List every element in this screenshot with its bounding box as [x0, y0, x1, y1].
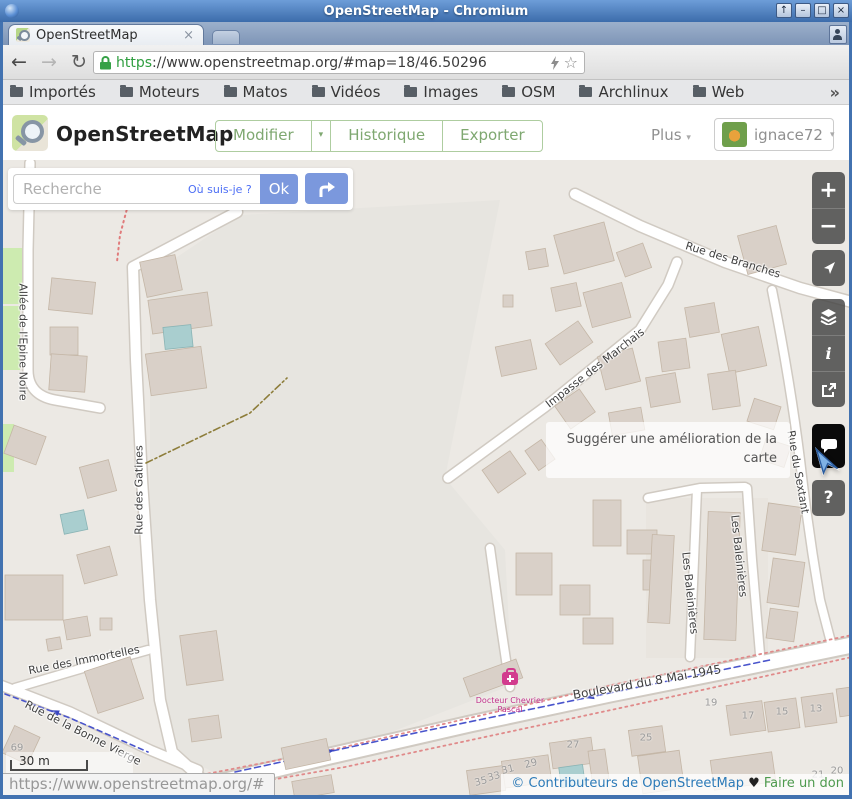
- osm-favicon: [16, 28, 30, 42]
- bookmark-folder-web[interactable]: Web: [693, 83, 745, 101]
- user-menu-button[interactable]: ignace72 ▾: [714, 118, 834, 151]
- house-number: 15: [776, 707, 789, 718]
- edit-button[interactable]: Modifier: [216, 121, 311, 151]
- layers-icon: [820, 309, 837, 325]
- map-scale: 30 m: [6, 752, 133, 774]
- browser-toolbar: ← → ↻ https://www.openstreetmap.org/#map…: [0, 45, 852, 80]
- share-icon: [821, 382, 837, 398]
- bookmark-folder-importes[interactable]: Importés: [10, 83, 96, 101]
- street-label: Rue des Gatines: [133, 445, 146, 534]
- house-number: 13: [810, 704, 823, 715]
- zoom-out-button[interactable]: −: [812, 208, 845, 244]
- tab-openstreetmap[interactable]: OpenStreetMap ×: [8, 24, 204, 45]
- doctor-poi-icon: [502, 672, 518, 685]
- status-bubble: https://www.openstreetmap.org/#: [0, 773, 275, 795]
- osm-site-header: OpenStreetMap Modifier ▾ Historique Expo…: [0, 105, 852, 160]
- maximize-button[interactable]: □: [814, 3, 830, 18]
- folder-icon: [502, 87, 515, 97]
- bookmarks-bar: Importés Moteurs Matos Vidéos Images OSM…: [0, 80, 852, 105]
- site-brand-title[interactable]: OpenStreetMap: [56, 122, 233, 146]
- folder-icon: [404, 87, 417, 97]
- search-submit-button[interactable]: Ok: [260, 174, 298, 204]
- scale-label: 30 m: [19, 754, 50, 768]
- directions-button[interactable]: [305, 173, 348, 204]
- bookmark-folder-moteurs[interactable]: Moteurs: [120, 83, 200, 101]
- tab-close-icon[interactable]: ×: [181, 29, 196, 42]
- house-number: 27: [567, 740, 580, 751]
- folder-icon: [579, 87, 592, 97]
- contributors-link[interactable]: © Contributeurs de OpenStreetMap: [511, 776, 744, 791]
- turn-arrow-icon: [316, 178, 338, 200]
- map-canvas[interactable]: Allée de l'Epine Noire Rue des Gatines R…: [0, 160, 852, 795]
- window-titlebar[interactable]: OpenStreetMap - Chromium ↑ – □ ×: [0, 0, 852, 22]
- url-text: https://www.openstreetmap.org/#map=18/46…: [116, 55, 487, 71]
- bookmark-folder-osm[interactable]: OSM: [502, 83, 555, 101]
- bookmark-folder-matos[interactable]: Matos: [224, 83, 288, 101]
- bookmark-folder-archlinux[interactable]: Archlinux: [579, 83, 668, 101]
- close-window-button[interactable]: ×: [833, 3, 849, 18]
- tab-title: OpenStreetMap: [36, 28, 181, 43]
- reload-icon[interactable]: ↻: [66, 49, 92, 75]
- map-info-button[interactable]: i: [812, 335, 845, 371]
- help-button[interactable]: ?: [812, 480, 845, 516]
- donate-link[interactable]: Faire un don: [764, 776, 844, 791]
- bookmark-folder-videos[interactable]: Vidéos: [312, 83, 381, 101]
- minimize-button[interactable]: –: [795, 3, 811, 18]
- search-panel: Où suis-je ? Ok: [8, 168, 353, 210]
- attribution-bar: © Contributeurs de OpenStreetMap ♥ Faire…: [501, 774, 852, 795]
- edit-dropdown-caret[interactable]: ▾: [311, 121, 331, 151]
- doctor-poi-label: Docteur ChevrierPascal: [476, 696, 544, 714]
- house-number: 17: [742, 711, 755, 722]
- bookmark-folder-images[interactable]: Images: [404, 83, 478, 101]
- navigation-arrow-icon: [821, 260, 837, 276]
- folder-icon: [312, 87, 325, 97]
- mouse-cursor: [814, 446, 842, 482]
- zoom-in-button[interactable]: +: [812, 172, 845, 208]
- folder-icon: [693, 87, 706, 97]
- https-padlock-icon: [100, 56, 111, 70]
- locate-me-button[interactable]: [812, 250, 845, 286]
- history-button[interactable]: Historique: [330, 121, 442, 151]
- osm-logo[interactable]: [12, 115, 48, 151]
- avatar: [722, 122, 747, 147]
- street-label: Allée de l'Epine Noire: [17, 283, 30, 400]
- window-border: [0, 795, 852, 799]
- chevron-down-icon: ▾: [830, 130, 835, 140]
- tab-strip: OpenStreetMap ×: [0, 22, 852, 45]
- bookmark-star-icon[interactable]: ☆: [564, 53, 578, 72]
- folder-icon: [10, 87, 23, 97]
- note-button-tooltip: Suggérer une amélioration de la carte: [546, 422, 790, 478]
- profile-icon[interactable]: [829, 25, 847, 44]
- heart-icon: ♥: [748, 776, 760, 791]
- layers-button[interactable]: [812, 299, 845, 335]
- new-tab-button[interactable]: [212, 30, 240, 44]
- chevron-down-icon: ▾: [686, 133, 691, 143]
- house-number: 25: [640, 733, 653, 744]
- forward-icon[interactable]: →: [36, 49, 62, 75]
- osm-nav-group: Modifier ▾ Historique Exporter: [215, 120, 543, 152]
- back-icon[interactable]: ←: [6, 49, 32, 75]
- more-menu-button[interactable]: Plus ▾: [651, 120, 691, 153]
- window-border: [0, 22, 3, 799]
- folder-icon: [224, 87, 237, 97]
- shade-window-button[interactable]: ↑: [776, 3, 792, 18]
- bolt-icon[interactable]: [550, 56, 560, 70]
- bookmarks-overflow-chevron[interactable]: »: [830, 83, 840, 102]
- share-button[interactable]: [812, 371, 845, 407]
- house-number: 19: [705, 698, 718, 709]
- window-title: OpenStreetMap - Chromium: [0, 4, 852, 19]
- export-button[interactable]: Exporter: [442, 121, 542, 151]
- address-bar[interactable]: https://www.openstreetmap.org/#map=18/46…: [93, 51, 585, 74]
- where-am-i-link[interactable]: Où suis-je ?: [188, 183, 252, 196]
- folder-icon: [120, 87, 133, 97]
